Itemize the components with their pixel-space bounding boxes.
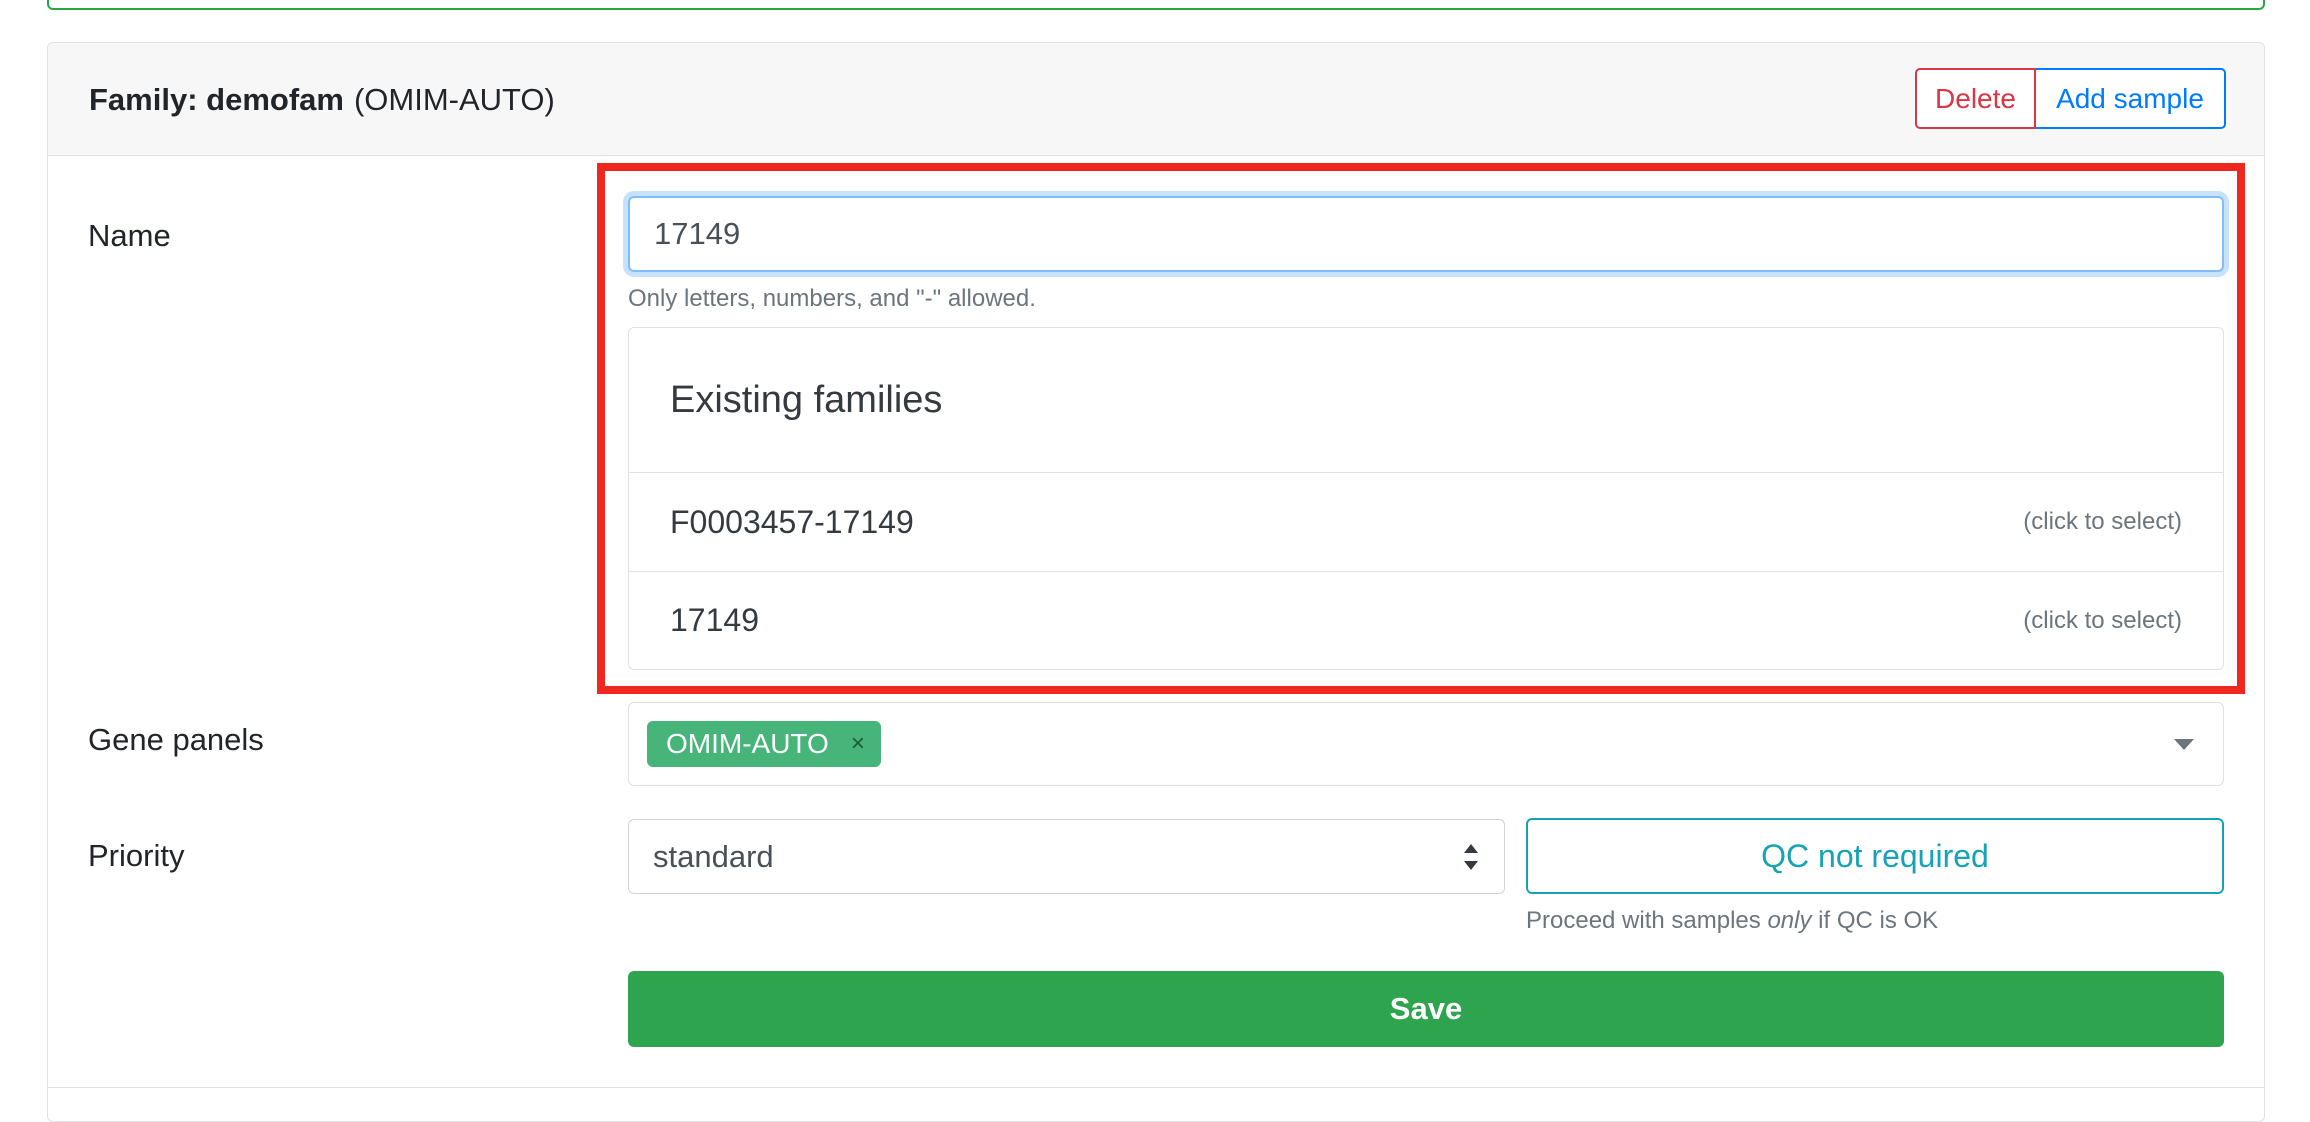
gene-panels-label: Gene panels xyxy=(88,722,264,757)
add-sample-button[interactable]: Add sample xyxy=(2036,68,2226,129)
card-header: Family: demofam (OMIM-AUTO) Delete Add sa… xyxy=(48,43,2264,156)
card-divider xyxy=(47,1087,2265,1088)
sort-arrows-icon xyxy=(1464,844,1480,870)
existing-family-name: 17149 xyxy=(670,602,759,638)
close-icon[interactable]: × xyxy=(851,730,865,758)
qc-toggle-button[interactable]: QC not required xyxy=(1526,818,2224,894)
list-item-existing-family[interactable]: F0003457-17149 (click to select) xyxy=(629,473,2223,571)
name-help-text: Only letters, numbers, and "-" allowed. xyxy=(628,285,1036,312)
name-input[interactable] xyxy=(628,196,2224,272)
existing-families-header: Existing families xyxy=(629,328,2223,473)
click-to-select-hint: (click to select) xyxy=(2023,508,2182,535)
existing-families-title: Existing families xyxy=(670,378,943,421)
gene-panels-multiselect[interactable]: OMIM-AUTO × xyxy=(628,702,2224,786)
gene-panel-tag: OMIM-AUTO × xyxy=(647,721,881,767)
click-to-select-hint: (click to select) xyxy=(2023,606,2182,634)
save-button[interactable]: Save xyxy=(628,971,2224,1047)
family-title: Family: demofam (OMIM-AUTO) xyxy=(89,82,555,118)
name-label: Name xyxy=(88,218,171,253)
priority-select[interactable]: standard xyxy=(628,819,1505,894)
chevron-down-icon[interactable] xyxy=(2174,739,2194,750)
list-item-existing-family[interactable]: 17149 (click to select) xyxy=(629,571,2223,669)
existing-families-panel: Existing families F0003457-17149 (click … xyxy=(628,327,2224,670)
gene-panel-tag-label: OMIM-AUTO xyxy=(666,728,829,759)
delete-button[interactable]: Delete xyxy=(1915,68,2036,129)
existing-family-name: F0003457-17149 xyxy=(670,503,914,540)
priority-selected-value: standard xyxy=(653,838,774,874)
family-name: Family: demofam xyxy=(89,82,344,117)
previous-card-edge xyxy=(47,0,2265,10)
qc-help-text: Proceed with samples only if QC is OK xyxy=(1526,907,1939,934)
header-actions: Delete Add sample xyxy=(1915,68,2226,129)
family-panel: (OMIM-AUTO) xyxy=(353,82,555,117)
priority-label: Priority xyxy=(88,838,185,873)
